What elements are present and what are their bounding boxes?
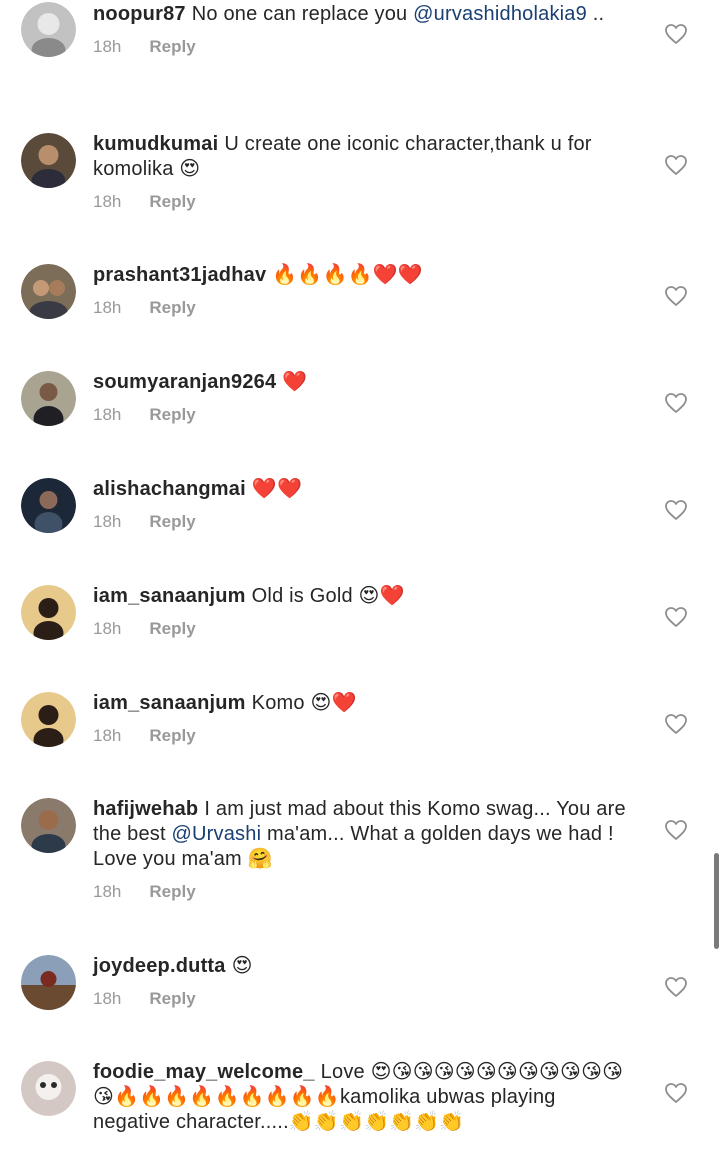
- comment-text: kumudkumai U create one iconic character,…: [93, 133, 592, 180]
- comment-text: hafijwehab I am just mad about this Komo …: [93, 798, 626, 870]
- comment-timestamp: 18h: [93, 726, 122, 745]
- comment-timestamp: 18h: [93, 192, 122, 211]
- avatar[interactable]: [21, 798, 76, 853]
- comment-username[interactable]: iam_sanaanjum: [93, 585, 246, 607]
- comment-timestamp: 18h: [93, 405, 122, 424]
- comment-timestamp: 18h: [93, 512, 122, 531]
- avatar[interactable]: [21, 585, 76, 640]
- like-heart-icon[interactable]: [664, 498, 688, 522]
- comment-timestamp: 18h: [93, 882, 122, 901]
- comment-username[interactable]: hafijwehab: [93, 798, 198, 820]
- comment-username[interactable]: foodie_may_welcome_: [93, 1061, 315, 1083]
- comment-timestamp: 18h: [93, 37, 122, 56]
- like-heart-icon[interactable]: [664, 391, 688, 415]
- reply-button[interactable]: Reply: [149, 619, 195, 638]
- comment-timestamp: 18h: [93, 298, 122, 317]
- comment-username[interactable]: alishachangmai: [93, 478, 246, 500]
- comment-username[interactable]: joydeep.dutta: [93, 955, 226, 977]
- comment-text: joydeep.dutta 😍: [93, 955, 253, 977]
- like-heart-icon[interactable]: [664, 153, 688, 177]
- comments-list: noopur87 No one can replace you @urvashid…: [0, 0, 725, 1157]
- like-heart-icon[interactable]: [664, 975, 688, 999]
- comment-text: iam_sanaanjum Komo 😍❤️: [93, 692, 357, 714]
- avatar[interactable]: [21, 133, 76, 188]
- like-heart-icon[interactable]: [664, 605, 688, 629]
- comment-text: foodie_may_welcome_ Love 😍😘😘😘😘😘😘😘😘😘😘😘😘🔥🔥🔥…: [93, 1061, 624, 1133]
- avatar[interactable]: [21, 2, 76, 57]
- reply-button[interactable]: Reply: [149, 882, 195, 901]
- avatar[interactable]: [21, 1061, 76, 1116]
- comment-username[interactable]: soumyaranjan9264: [93, 371, 276, 393]
- like-heart-icon[interactable]: [664, 22, 688, 46]
- avatar[interactable]: [21, 955, 76, 1010]
- comment-username[interactable]: prashant31jadhav: [93, 264, 266, 286]
- avatar[interactable]: [21, 478, 76, 533]
- reply-button[interactable]: Reply: [149, 405, 195, 424]
- comment-timestamp: 18h: [93, 989, 122, 1008]
- like-heart-icon[interactable]: [664, 818, 688, 842]
- comment-text: prashant31jadhav 🔥🔥🔥🔥❤️❤️: [93, 264, 423, 286]
- reply-button[interactable]: Reply: [149, 989, 195, 1008]
- scrollbar[interactable]: [714, 853, 719, 949]
- comment-username[interactable]: iam_sanaanjum: [93, 692, 246, 714]
- avatar[interactable]: [21, 371, 76, 426]
- like-heart-icon[interactable]: [664, 1081, 688, 1105]
- comment-text: iam_sanaanjum Old is Gold 😍❤️: [93, 585, 405, 607]
- reply-button[interactable]: Reply: [149, 192, 195, 211]
- comment-text: soumyaranjan9264 ❤️: [93, 371, 308, 393]
- mention-link[interactable]: @Urvashi: [172, 823, 262, 845]
- reply-button[interactable]: Reply: [149, 512, 195, 531]
- comment-username[interactable]: noopur87: [93, 3, 186, 25]
- reply-button[interactable]: Reply: [149, 37, 195, 56]
- avatar[interactable]: [21, 692, 76, 747]
- mention-link[interactable]: @urvashidholakia9: [413, 3, 587, 25]
- comment-username[interactable]: kumudkumai: [93, 133, 218, 155]
- avatar[interactable]: [21, 264, 76, 319]
- comment-text: alishachangmai ❤️❤️: [93, 478, 303, 500]
- reply-button[interactable]: Reply: [149, 726, 195, 745]
- like-heart-icon[interactable]: [664, 712, 688, 736]
- reply-button[interactable]: Reply: [149, 298, 195, 317]
- like-heart-icon[interactable]: [664, 284, 688, 308]
- comment-timestamp: 18h: [93, 619, 122, 638]
- comment-text: noopur87 No one can replace you @urvashid…: [93, 3, 605, 25]
